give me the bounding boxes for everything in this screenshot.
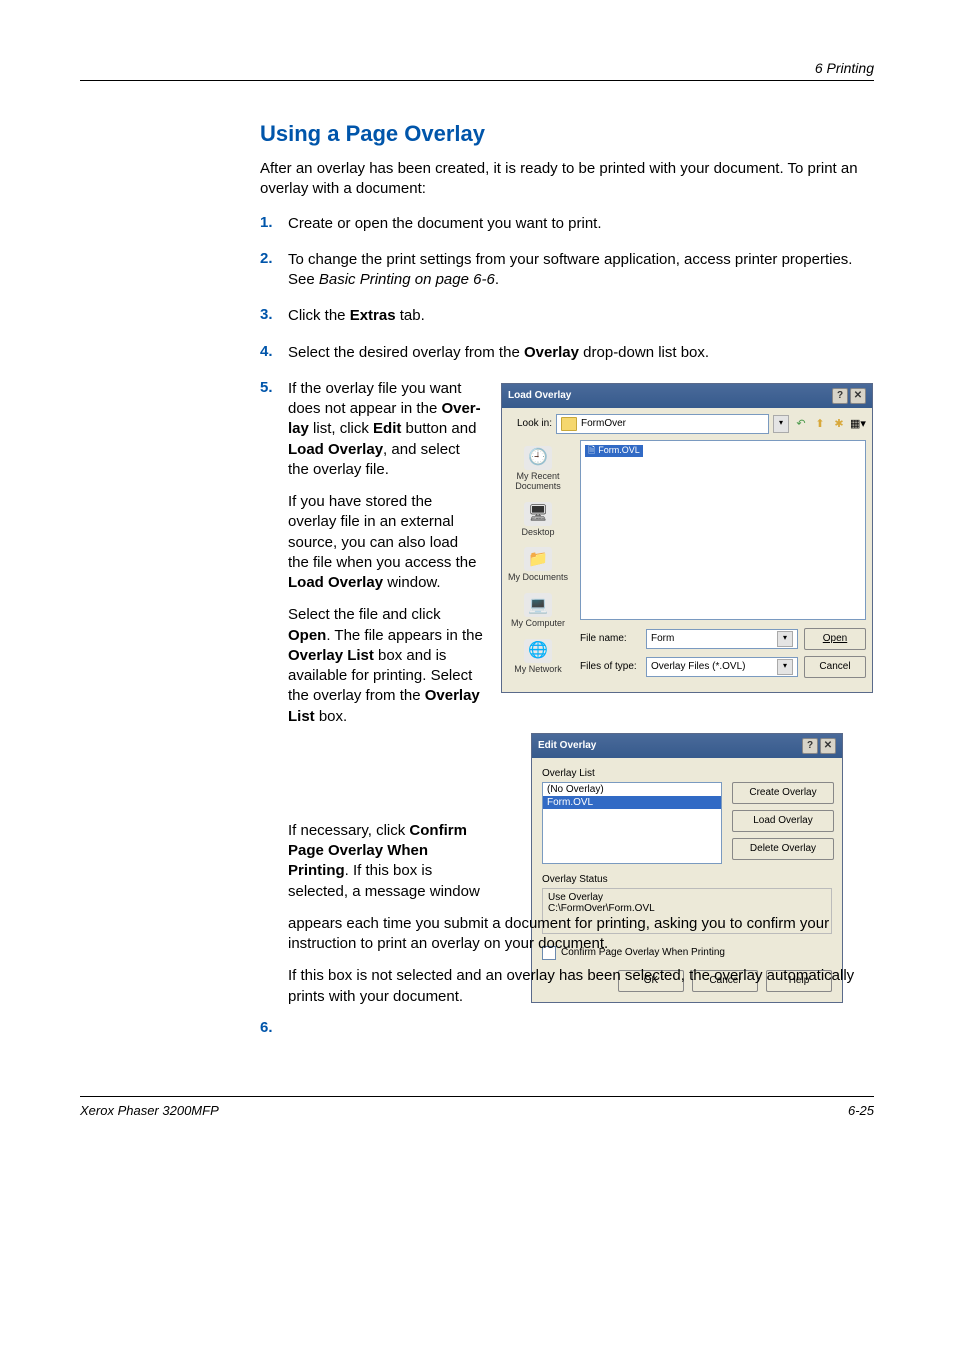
text: appears each time you submit a document … xyxy=(288,915,829,952)
open-button[interactable]: Open xyxy=(804,628,866,650)
overlay-list-label: Overlay List xyxy=(542,768,832,779)
step-body: If necessary, click Confirm Page Over­la… xyxy=(288,821,874,1019)
create-overlay-button[interactable]: Create Overlay xyxy=(732,782,834,804)
text: . xyxy=(495,271,499,288)
text: . The file appears in the xyxy=(326,627,483,644)
file-list[interactable]: 🗎 Form.OVL xyxy=(580,440,866,620)
chevron-down-icon[interactable]: ▾ xyxy=(777,659,793,675)
help-icon[interactable]: ? xyxy=(802,738,818,754)
step-number: 5. xyxy=(260,379,288,396)
load-overlay-dialog: Load Overlay ? ✕ Look in: xyxy=(501,383,873,693)
place-label: My Recent Documents xyxy=(504,472,572,492)
header-section: 6 Printing xyxy=(80,60,874,81)
close-icon[interactable]: ✕ xyxy=(820,738,836,754)
place-computer[interactable]: 💻My Computer xyxy=(511,593,565,629)
filename-input[interactable]: Form ▾ xyxy=(646,629,798,649)
place-recent[interactable]: 🕘My Recent Documents xyxy=(504,446,572,492)
dialog-title: Load Overlay xyxy=(508,390,571,401)
footer-product: Xerox Phaser 3200MFP xyxy=(80,1103,219,1118)
lookin-dropdown[interactable]: FormOver xyxy=(556,414,769,434)
file-icon: 🗎 xyxy=(588,446,595,456)
reference-link: Basic Printing on page 6-6 xyxy=(319,271,495,288)
footer-page-number: 6-25 xyxy=(848,1103,874,1118)
place-network[interactable]: 🌐My Network xyxy=(514,639,562,675)
cancel-button[interactable]: Cancel xyxy=(804,656,866,678)
filetype-value: Overlay Files (*.OVL) xyxy=(651,661,745,672)
step-number: 3. xyxy=(260,306,288,323)
text: list, click xyxy=(309,420,373,437)
place-label: My Computer xyxy=(511,619,565,629)
close-icon[interactable]: ✕ xyxy=(850,388,866,404)
text: Select the desired overlay from the xyxy=(288,344,524,361)
chevron-down-icon[interactable]: ▾ xyxy=(777,631,793,647)
up-folder-icon[interactable]: ⬆ xyxy=(812,416,828,432)
filetype-dropdown[interactable]: Overlay Files (*.OVL) ▾ xyxy=(646,657,798,677)
filename-label: File name: xyxy=(580,633,640,644)
views-icon[interactable]: ▦▾ xyxy=(850,416,866,432)
step-body: To change the print settings from your s… xyxy=(288,250,874,291)
help-icon[interactable]: ? xyxy=(832,388,848,404)
lookin-label: Look in: xyxy=(508,418,552,429)
text: but­ton and xyxy=(401,420,476,437)
text: If you have stored the overlay file in a… xyxy=(288,493,476,571)
text: drop-down list box. xyxy=(579,344,709,361)
filetype-label: Files of type: xyxy=(580,661,640,672)
text: Click the xyxy=(288,307,350,324)
text: box. xyxy=(315,708,348,725)
file-name: Form.OVL xyxy=(598,446,640,456)
ui-term: Edit xyxy=(373,420,401,437)
place-documents[interactable]: 📁My Documents xyxy=(508,547,568,583)
section-title: Using a Page Overlay xyxy=(260,121,874,147)
new-folder-icon[interactable]: ✱ xyxy=(831,416,847,432)
ui-term: Overlay xyxy=(524,344,579,361)
lookin-value: FormOver xyxy=(581,418,626,429)
step-number: 1. xyxy=(260,214,288,231)
ui-term: Open xyxy=(288,627,326,644)
ui-term: Load Overlay xyxy=(288,441,383,458)
text: window. xyxy=(383,574,441,591)
list-item[interactable]: Form.OVL xyxy=(543,796,721,809)
text: If necessary, click xyxy=(288,822,409,839)
text: tab. xyxy=(396,307,425,324)
list-item[interactable]: (No Overlay) xyxy=(543,783,721,796)
step-number: 6. xyxy=(260,1019,288,1036)
text: If this box is not selected and an overl… xyxy=(288,966,874,1007)
text: Select the file and click xyxy=(288,606,441,623)
ui-term: Extras xyxy=(350,307,396,324)
ui-term: Overlay List xyxy=(288,647,374,664)
step-number: 2. xyxy=(260,250,288,267)
place-desktop[interactable]: 🖥Desktop xyxy=(521,502,554,538)
ui-term: Load Overlay xyxy=(288,574,383,591)
dialog-title: Edit Overlay xyxy=(538,740,596,751)
step-body: Create or open the document you want to … xyxy=(288,214,874,234)
filename-value: Form xyxy=(651,633,674,644)
place-label: Desktop xyxy=(521,528,554,538)
place-label: My Network xyxy=(514,665,562,675)
back-icon[interactable]: ↶ xyxy=(793,416,809,432)
step-body: Select the desired overlay from the Over… xyxy=(288,343,874,363)
folder-icon xyxy=(561,417,577,431)
file-item[interactable]: 🗎 Form.OVL xyxy=(585,445,643,457)
place-label: My Documents xyxy=(508,573,568,583)
step-body: Click the Extras tab. xyxy=(288,306,874,326)
text: If the overlay file you want does not ap… xyxy=(288,380,461,417)
chevron-down-icon[interactable]: ▾ xyxy=(773,415,789,433)
intro-paragraph: After an overlay has been created, it is… xyxy=(260,159,874,200)
step-number: 4. xyxy=(260,343,288,360)
